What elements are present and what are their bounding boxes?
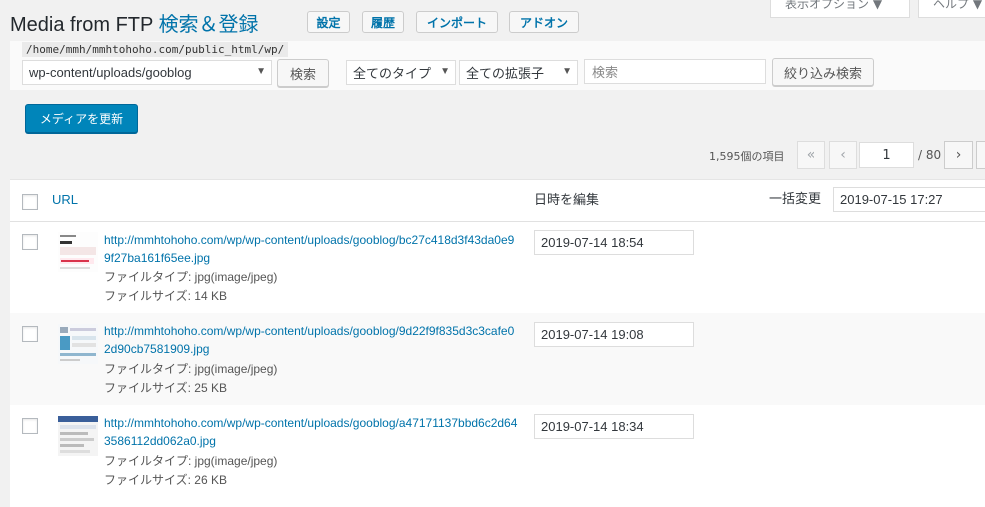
- file-type: ファイルタイプ: jpg(image/jpeg): [104, 454, 278, 468]
- plugin-title: Media from FTP: [10, 14, 153, 36]
- bulk-change-label: 一括変更: [769, 192, 822, 207]
- thumbnail-image: [58, 232, 98, 272]
- file-url-link[interactable]: http://mmhtohoho.com/wp/wp-content/uploa…: [104, 231, 519, 267]
- extension-select[interactable]: 全ての拡張子 ▼: [459, 60, 578, 85]
- tab-import[interactable]: インポート: [416, 11, 498, 33]
- prev-page-button[interactable]: ‹: [829, 141, 857, 169]
- extension-select-value: 全ての拡張子: [466, 66, 545, 81]
- current-page-input[interactable]: 1: [859, 142, 914, 168]
- select-all-checkbox[interactable]: [22, 194, 38, 210]
- next-page-button[interactable]: ›: [944, 141, 973, 169]
- chevron-down-icon: ▼: [562, 66, 572, 77]
- file-size: ファイルサイズ: 26 KB: [104, 473, 227, 487]
- row-checkbox[interactable]: [22, 326, 38, 342]
- file-type: ファイルタイプ: jpg(image/jpeg): [104, 270, 278, 284]
- first-page-button[interactable]: «: [797, 141, 825, 169]
- tab-settings[interactable]: 設定: [307, 11, 350, 33]
- row-checkbox[interactable]: [22, 234, 38, 250]
- row-checkbox[interactable]: [22, 418, 38, 434]
- base-path: /home/mmh/mmhtohoho.com/public_html/wp/: [22, 42, 289, 57]
- file-size: ファイルサイズ: 14 KB: [104, 289, 227, 303]
- item-count: 1,595個の項目: [709, 150, 785, 163]
- search-input[interactable]: 検索: [584, 59, 766, 84]
- search-register-link[interactable]: 検索＆登録: [159, 14, 259, 36]
- search-button[interactable]: 検索: [277, 59, 329, 87]
- tab-history[interactable]: 履歴: [362, 11, 404, 33]
- file-type: ファイルタイプ: jpg(image/jpeg): [104, 362, 278, 376]
- date-input[interactable]: 2019-07-14 19:08: [534, 322, 694, 347]
- folder-select[interactable]: wp-content/uploads/gooblog ▼: [22, 60, 272, 85]
- bulk-date-input[interactable]: 2019-07-15 17:27: [833, 187, 985, 212]
- chevron-down-icon: ▼: [256, 66, 266, 77]
- filter-search-button[interactable]: 絞り込み検索: [772, 58, 874, 86]
- file-url-link[interactable]: http://mmhtohoho.com/wp/wp-content/uploa…: [104, 322, 519, 358]
- help-button[interactable]: ヘルプ ▼: [918, 0, 985, 18]
- type-select[interactable]: 全てのタイプ ▼: [346, 60, 456, 85]
- folder-select-value: wp-content/uploads/gooblog: [29, 65, 192, 80]
- file-url-link[interactable]: http://mmhtohoho.com/wp/wp-content/uploa…: [104, 414, 519, 450]
- type-select-value: 全てのタイプ: [353, 66, 432, 81]
- last-page-button[interactable]: [976, 141, 985, 169]
- column-header-url[interactable]: URL: [52, 192, 78, 207]
- chevron-down-icon: ▼: [440, 66, 450, 77]
- date-input[interactable]: 2019-07-14 18:54: [534, 230, 694, 255]
- update-media-button[interactable]: メディアを更新: [25, 104, 138, 133]
- total-pages: / 80: [918, 148, 942, 162]
- file-size: ファイルサイズ: 25 KB: [104, 381, 227, 395]
- tab-addon[interactable]: アドオン: [509, 11, 579, 33]
- date-input[interactable]: 2019-07-14 18:34: [534, 414, 694, 439]
- column-header-date: 日時を編集: [534, 193, 600, 208]
- thumbnail-image: [58, 416, 98, 456]
- page-title: Media from FTP 検索＆登録: [10, 8, 259, 37]
- thumbnail-image: [58, 324, 98, 364]
- screen-options-button[interactable]: 表示オプション ▼: [770, 0, 910, 18]
